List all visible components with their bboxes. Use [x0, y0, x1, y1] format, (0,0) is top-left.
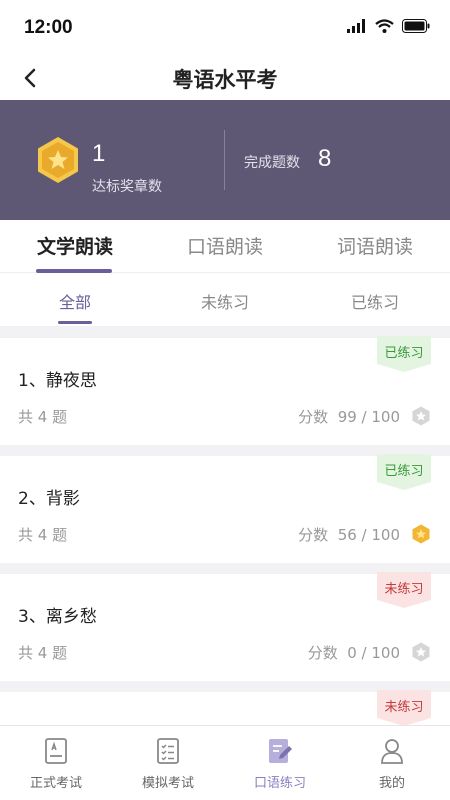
status-badge-label: 已练习 — [384, 464, 424, 479]
status-badge-label: 未练习 — [384, 700, 424, 715]
item-title: 2、背影 — [18, 489, 80, 509]
app: 12:00 粤语水平考 1 达标奖章数 完成题数 8 文学朗读 口语朗读 词语朗… — [0, 0, 450, 800]
tab-word-reading[interactable]: 词语朗读 — [300, 232, 450, 259]
exam-paper-icon — [45, 738, 67, 764]
item-score: 分数 0 / 100 — [307, 644, 400, 662]
status-icons — [347, 19, 430, 33]
filter-tabs: 全部 未练习 已练习 — [0, 273, 450, 326]
bottom-tab-label: 模拟考试 — [141, 776, 194, 791]
tab-spoken-reading[interactable]: 口语朗读 — [150, 232, 300, 259]
wifi-icon — [375, 19, 394, 33]
list-item[interactable]: 已练习 1、静夜思 共 4 题 分数 99 / 100 — [0, 336, 450, 445]
category-tabs: 文学朗读 口语朗读 词语朗读 — [0, 220, 450, 273]
status-time: 12:00 — [24, 17, 73, 38]
bottom-tab-label: 我的 — [378, 776, 405, 791]
bottom-tab-profile[interactable]: 我的 — [336, 738, 448, 791]
checklist-icon — [157, 738, 179, 764]
list-item[interactable]: 未练习 3、离乡愁 共 4 题 分数 0 / 100 — [0, 572, 450, 681]
status-badge-label: 已练习 — [384, 346, 424, 361]
badge-count: 1 — [92, 140, 106, 167]
done-count-value: 8 — [318, 145, 332, 172]
edit-document-icon — [269, 739, 292, 763]
medal-gray-icon — [412, 642, 430, 662]
status-badge: 未练习 — [377, 690, 431, 726]
filter-unpracticed[interactable]: 未练习 — [150, 289, 300, 313]
page-title: 粤语水平考 — [172, 68, 278, 92]
filter-practiced[interactable]: 已练习 — [300, 289, 450, 313]
medal-gold-icon — [412, 524, 430, 544]
list-item[interactable]: 已练习 2、背影 共 4 题 分数 56 / 100 — [0, 454, 450, 563]
stats-divider — [224, 130, 225, 190]
item-title: 1、静夜思 — [18, 371, 97, 391]
filter-active-indicator — [58, 321, 92, 324]
bottom-tab-label: 口语练习 — [253, 776, 306, 791]
nav-bar: 粤语水平考 — [0, 56, 450, 100]
bottom-tab-label: 正式考试 — [29, 776, 82, 791]
status-badge: 已练习 — [377, 336, 431, 372]
item-score: 分数 56 / 100 — [298, 526, 400, 544]
badge-count-label: 达标奖章数 — [92, 179, 162, 195]
bottom-tab-speaking-practice[interactable]: 口语练习 — [224, 738, 336, 791]
bottom-tab-bar: 正式考试 模拟考试 口语练习 我的 — [0, 725, 450, 800]
item-question-count: 共 4 题 — [18, 526, 68, 544]
item-score: 分数 99 / 100 — [298, 408, 400, 426]
status-badge: 未练习 — [377, 572, 431, 608]
badge-hexagon-icon — [38, 137, 78, 183]
item-question-count: 共 4 题 — [18, 644, 68, 662]
tab-literary-reading[interactable]: 文学朗读 — [0, 232, 150, 259]
done-count-label: 完成题数 — [244, 155, 300, 171]
stats-header: 1 达标奖章数 完成题数 8 — [0, 100, 450, 220]
status-badge: 已练习 — [377, 454, 431, 490]
bottom-tab-formal-exam[interactable]: 正式考试 — [0, 738, 112, 791]
item-title: 3、离乡愁 — [18, 607, 97, 627]
filter-all[interactable]: 全部 — [0, 289, 150, 313]
status-bar: 12:00 — [0, 0, 450, 56]
signal-icon — [347, 19, 365, 33]
item-question-count: 共 4 题 — [18, 408, 68, 426]
battery-icon — [402, 19, 430, 33]
status-badge-label: 未练习 — [384, 582, 424, 597]
medal-gray-icon — [412, 406, 430, 426]
bottom-tab-mock-exam[interactable]: 模拟考试 — [112, 738, 224, 791]
user-icon — [381, 739, 403, 764]
